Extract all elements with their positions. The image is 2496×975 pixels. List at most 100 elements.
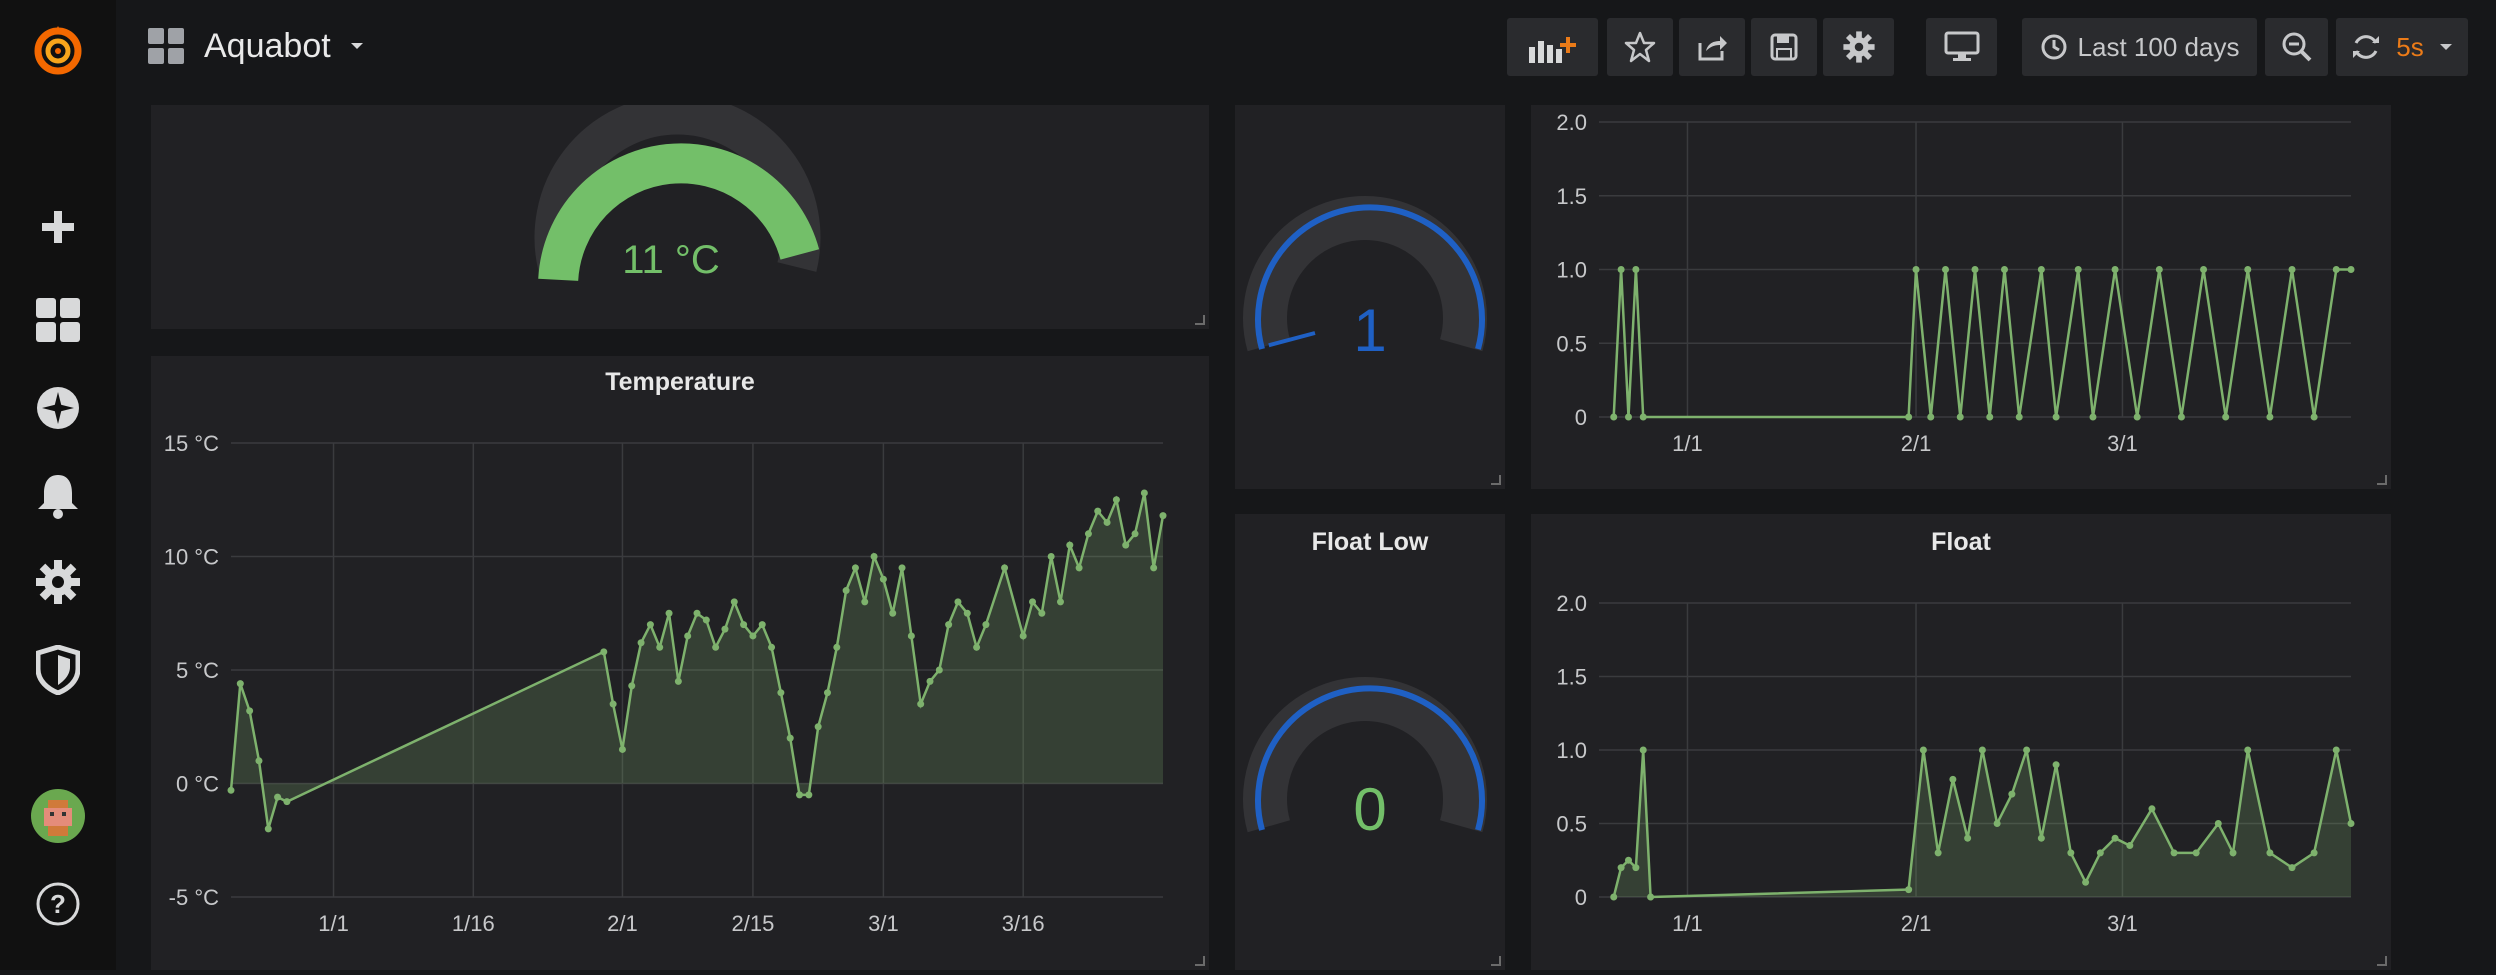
float-chart: 2.0 1.5 1.0 0.5 0 1/1 2/1 3/1 [1556,591,2355,936]
y-tick-label: 0 [1575,405,1587,430]
float-low-gauge-panel[interactable]: Float Low 0 [1235,514,1505,970]
data-point [1019,632,1027,640]
data-point [2222,413,2230,421]
data-point [1029,598,1037,606]
float-high-graph-panel[interactable]: 2.0 1.5 1.0 0.5 0 1/1 2/1 3/1 [1531,105,2391,489]
data-point [693,609,701,617]
panel-resize-handle[interactable] [1195,956,1205,966]
data-point [227,786,235,794]
data-point [2133,413,2141,421]
data-point [674,677,682,685]
x-tick-label: 1/1 [318,911,349,936]
data-point [1639,413,1647,421]
data-point [907,632,915,640]
panel-resize-handle[interactable] [2377,475,2387,485]
data-point [1617,266,1625,273]
data-point [1112,496,1120,504]
y-tick-label: 10 °C [164,545,219,570]
data-point [2288,266,2296,273]
save-icon [1770,33,1798,61]
data-point [740,621,748,629]
data-point [2200,266,2208,273]
x-tick-label: 2/15 [732,911,775,936]
data-point [283,798,291,806]
data-point [777,689,785,697]
panel-resize-handle[interactable] [1195,315,1205,325]
x-tick-label: 3/1 [868,911,899,936]
data-point [2052,413,2060,421]
data-point [963,609,971,617]
data-point [1919,746,1927,754]
data-point [889,609,897,617]
float-low-gauge: 0 [1243,677,1487,843]
data-point [730,598,738,606]
panel-resize-handle[interactable] [1491,475,1501,485]
data-point [1986,413,1994,421]
sidebar: ? [0,0,116,970]
zoom-out-button[interactable] [2265,18,2328,76]
create-plus-icon[interactable] [28,197,88,257]
temperature-gauge-panel[interactable]: 11 °C [151,94,1209,329]
data-point [1934,849,1942,857]
data-point [945,621,953,629]
data-point [274,793,282,801]
refresh-picker-button[interactable]: 5s [2336,18,2468,76]
user-avatar[interactable] [28,786,88,846]
data-point [1094,507,1102,515]
grafana-logo-icon[interactable] [28,20,88,80]
dashboard-title-picker[interactable]: Aquabot [146,26,365,66]
cycle-view-mode-button[interactable] [1926,18,1997,76]
configuration-gear-icon[interactable] [28,552,88,612]
data-point [1610,413,1618,421]
data-point [264,825,272,833]
y-tick-label: -5 °C [169,885,219,910]
data-point [1131,530,1139,538]
y-tick-label: 1.5 [1556,184,1587,209]
server-admin-shield-icon[interactable] [28,640,88,700]
data-point [2155,266,2163,273]
data-point [2096,849,2104,857]
data-point [917,700,925,708]
x-tick-label: 3/16 [1002,911,1045,936]
gauge-value-text: 11 °C [622,238,720,282]
data-point [786,734,794,742]
data-point [646,621,654,629]
explore-compass-icon[interactable] [28,378,88,438]
gauge-value-text: 1 [1353,297,1386,364]
data-point [702,616,710,624]
data-point [1927,413,1935,421]
dashboards-icon[interactable] [28,290,88,350]
add-panel-button[interactable] [1507,18,1598,76]
gauge-value-text: 0 [1353,776,1386,843]
data-point [236,680,244,688]
data-point [712,643,720,651]
y-tick-label: 15 °C [164,431,219,456]
alerting-bell-icon[interactable] [28,465,88,525]
data-point [1056,598,1064,606]
data-point [2192,849,2200,857]
save-dashboard-button[interactable] [1751,18,1817,76]
time-range-picker-button[interactable]: Last 100 days [2022,18,2257,76]
data-point [2082,878,2090,886]
dashboard-settings-button[interactable] [1823,18,1894,76]
panel-resize-handle[interactable] [1491,956,1501,966]
data-point [823,689,831,697]
share-dashboard-button[interactable] [1679,18,1745,76]
data-point [2332,746,2340,754]
data-point [814,723,822,731]
float-high-gauge-panel[interactable]: 1 [1235,105,1505,489]
gear-icon [1842,31,1875,63]
y-tick-label: 1.0 [1556,258,1587,283]
data-point [1617,864,1625,872]
star-dashboard-button[interactable] [1607,18,1673,76]
data-point [2170,849,2178,857]
temperature-graph-panel[interactable]: Temperature 15 °C 10 °C 5 °C 0 °C -5 °C 1/1 1/… [151,356,1209,970]
help-question-icon[interactable]: ? [28,874,88,934]
monitor-icon [1944,31,1979,61]
float-graph-panel[interactable]: Float 2.0 1.5 1.0 0.5 0 1/1 2/1 3/1 [1531,514,2391,970]
data-point [1905,413,1913,421]
data-point [1610,893,1618,901]
data-point [1942,266,1950,273]
panel-resize-handle[interactable] [2377,956,2387,966]
data-point [2347,820,2355,827]
